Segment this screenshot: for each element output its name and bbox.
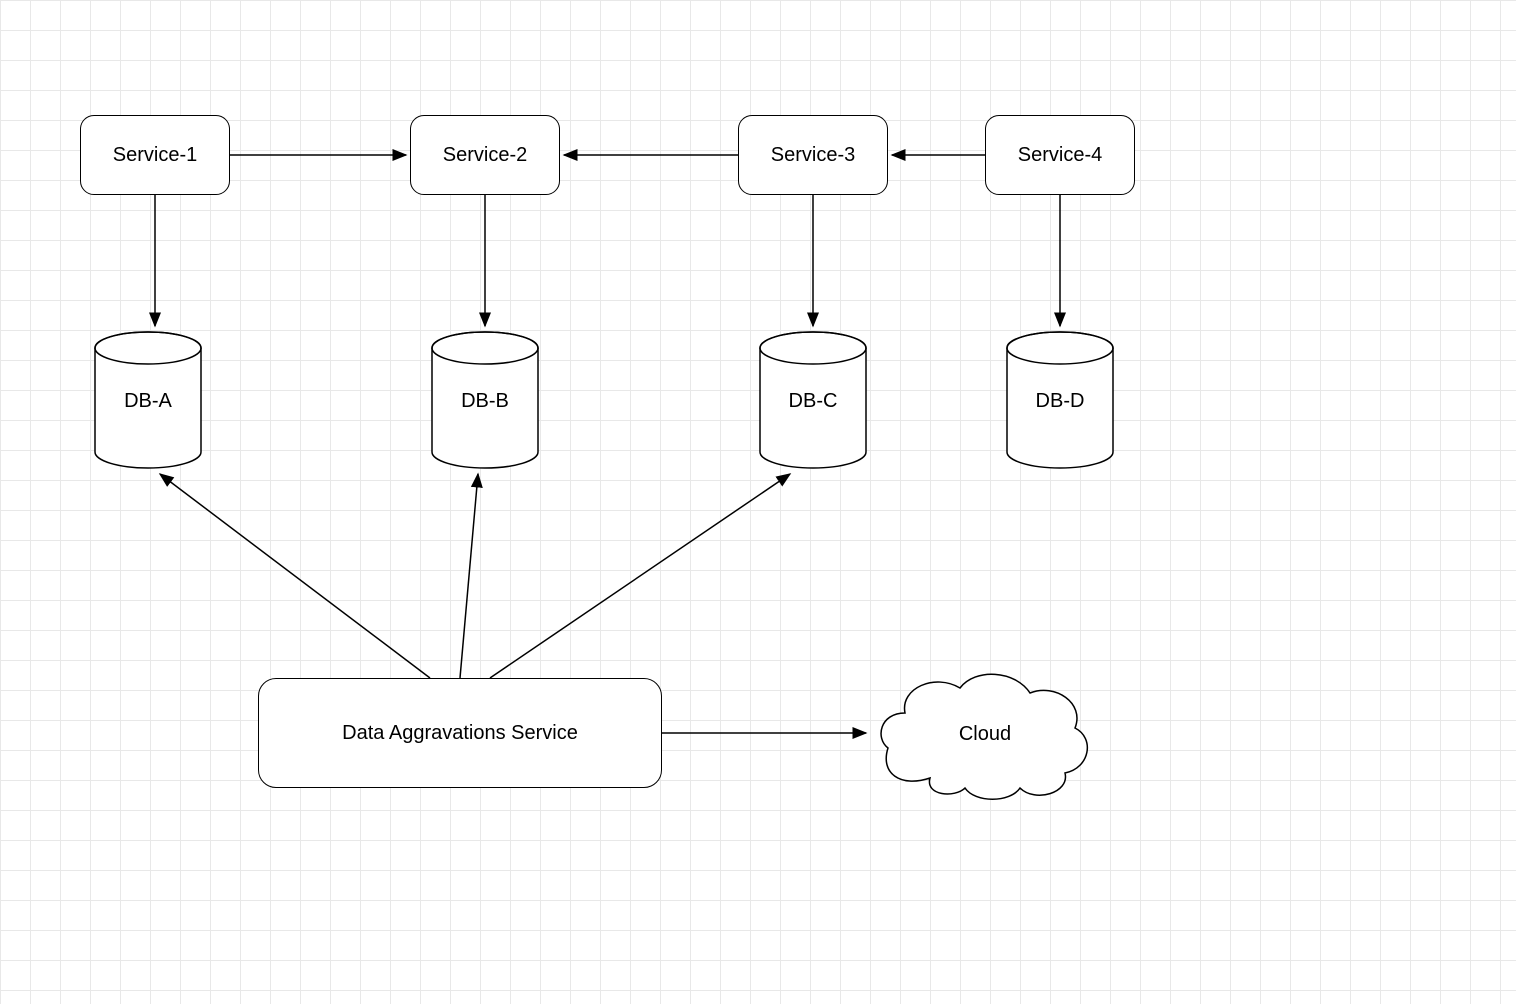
db-d-node: DB-D bbox=[1005, 330, 1115, 470]
db-c-label: DB-C bbox=[758, 390, 868, 413]
db-a-label: DB-A bbox=[93, 390, 203, 413]
service-4-label: Service-4 bbox=[1018, 144, 1102, 167]
service-2-label: Service-2 bbox=[443, 144, 527, 167]
aggregator-node: Data Aggravations Service bbox=[258, 678, 662, 788]
db-b-label: DB-B bbox=[430, 390, 540, 413]
service-1-label: Service-1 bbox=[113, 144, 197, 167]
edge-agg-dbc bbox=[490, 474, 790, 678]
service-3-label: Service-3 bbox=[771, 144, 855, 167]
service-3-node: Service-3 bbox=[738, 115, 888, 195]
db-c-node: DB-C bbox=[758, 330, 868, 470]
db-d-label: DB-D bbox=[1005, 390, 1115, 413]
aggregator-label: Data Aggravations Service bbox=[342, 722, 578, 745]
db-a-node: DB-A bbox=[93, 330, 203, 470]
diagram-canvas: Service-1 Service-2 Service-3 Service-4 … bbox=[0, 0, 1516, 1004]
service-4-node: Service-4 bbox=[985, 115, 1135, 195]
cloud-label: Cloud bbox=[870, 723, 1100, 746]
db-b-node: DB-B bbox=[430, 330, 540, 470]
service-2-node: Service-2 bbox=[410, 115, 560, 195]
edge-agg-dba bbox=[160, 474, 430, 678]
edge-agg-dbb bbox=[460, 474, 478, 678]
cloud-node: Cloud bbox=[870, 658, 1100, 808]
service-1-node: Service-1 bbox=[80, 115, 230, 195]
